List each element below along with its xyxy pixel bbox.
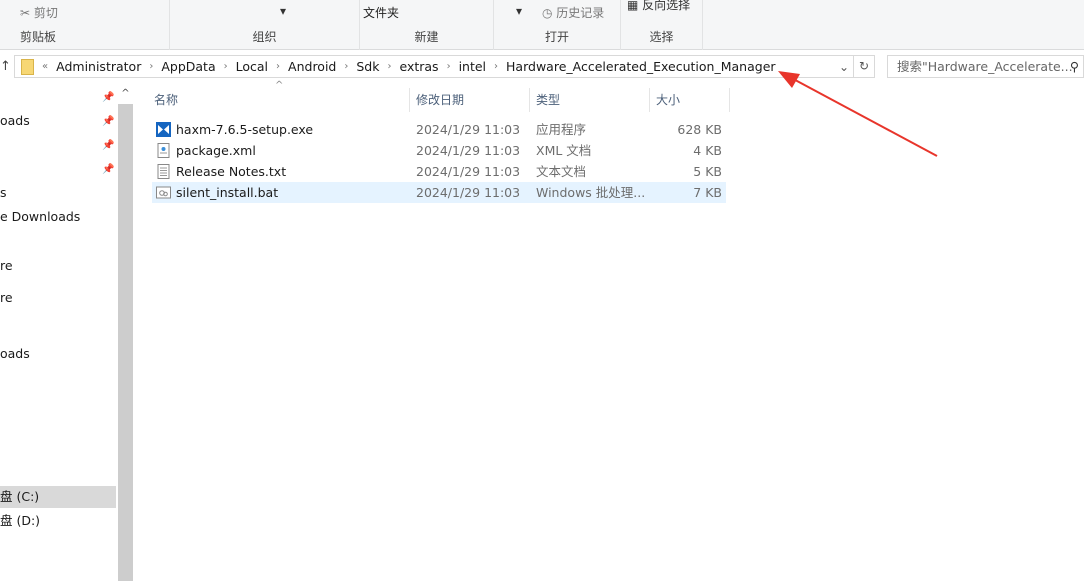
group-label: 组织 <box>252 30 277 44</box>
column-header-date[interactable]: 修改日期 <box>410 88 530 112</box>
up-arrow-icon[interactable]: ↑ <box>0 59 11 74</box>
search-icon[interactable]: ⚲ <box>1070 56 1079 77</box>
invert-selection-label: 反向选择 <box>642 0 691 12</box>
group-label: 选择 <box>649 30 674 44</box>
history-button[interactable]: ◷ 历史记录 <box>542 4 604 21</box>
file-row[interactable]: silent_install.bat 2024/1/29 11:03 Windo… <box>152 182 726 203</box>
column-header-name[interactable]: 名称 <box>148 88 410 112</box>
nav-item[interactable]: re <box>0 255 116 277</box>
chevron-right-icon[interactable]: › <box>385 61 393 72</box>
file-name: silent_install.bat <box>176 185 279 200</box>
group-clipboard: ✂ 剪切 剪贴板 <box>0 0 170 50</box>
nav-item[interactable]: oads <box>0 110 116 132</box>
dropdown-icon[interactable]: ▾ <box>280 4 286 18</box>
crumb-haxm[interactable]: Hardware_Accelerated_Execution_Manager <box>500 59 782 74</box>
file-type: XML 文档 <box>536 143 592 158</box>
group-select: ▦ 反向选择 选择 <box>621 0 703 50</box>
file-row[interactable]: haxm-7.6.5-setup.exe 2024/1/29 11:03 应用程… <box>152 119 726 140</box>
crumb-sdk[interactable]: Sdk <box>350 59 385 74</box>
file-date: 2024/1/29 11:03 <box>416 185 521 200</box>
file-type: 文本文档 <box>536 164 587 179</box>
chevron-right-icon[interactable]: › <box>222 61 230 72</box>
file-row[interactable]: Release Notes.txt 2024/1/29 11:03 文本文档 5… <box>152 161 726 182</box>
group-label: 新建 <box>414 30 439 44</box>
chevron-right-icon[interactable]: › <box>445 61 453 72</box>
group-organize: ▾ 组织 <box>170 0 360 50</box>
group-label: 剪贴板 <box>20 30 57 44</box>
file-type: Windows 批处理... <box>536 185 646 200</box>
new-folder-button[interactable]: 文件夹 <box>363 4 399 21</box>
text-file-icon <box>157 164 170 179</box>
file-type: 应用程序 <box>536 122 587 137</box>
chevron-right-icon[interactable]: › <box>492 61 500 72</box>
nav-item[interactable]: s <box>0 182 116 204</box>
file-size: 7 KB <box>693 185 722 200</box>
address-bar[interactable]: « Administrator › AppData › Local › Android… <box>14 55 854 78</box>
group-label: 打开 <box>544 30 569 44</box>
pin-icon[interactable]: 📌 <box>102 164 114 175</box>
column-header-size[interactable]: 大小 <box>650 88 730 112</box>
crumb-android[interactable]: Android <box>282 59 342 74</box>
file-name: Release Notes.txt <box>176 164 287 179</box>
nav-item-drive-c[interactable]: 盘 (C:) <box>0 486 116 508</box>
file-size: 4 KB <box>693 143 722 158</box>
file-size: 628 KB <box>677 122 722 137</box>
file-name: package.xml <box>176 143 256 158</box>
file-row[interactable]: package.xml 2024/1/29 11:03 XML 文档 4 KB <box>152 140 726 161</box>
folder-icon <box>21 58 34 75</box>
cut-label: 剪切 <box>33 6 58 20</box>
cut-button[interactable]: ✂ 剪切 <box>20 4 58 21</box>
crumb-intel[interactable]: intel <box>453 59 492 74</box>
file-date: 2024/1/29 11:03 <box>416 122 521 137</box>
group-open: ▾ ◷ 历史记录 打开 <box>494 0 621 50</box>
history-label: 历史记录 <box>556 6 605 20</box>
file-date: 2024/1/29 11:03 <box>416 164 521 179</box>
column-header-type[interactable]: 类型 <box>530 88 650 112</box>
ribbon: ✂ 剪切 剪贴板 ▾ 组织 文件夹 新建 ▾ ◷ 历史记录 打开 ▦ 反向选择 … <box>0 0 1084 50</box>
exe-icon <box>156 122 171 137</box>
chevron-right-icon[interactable]: › <box>342 61 350 72</box>
nav-scrollbar[interactable] <box>118 84 133 581</box>
chevron-right-icon[interactable]: › <box>274 61 282 72</box>
crumb-appdata[interactable]: AppData <box>155 59 221 74</box>
pin-icon[interactable]: 📌 <box>102 92 114 103</box>
nav-item[interactable]: e Downloads <box>0 206 116 228</box>
arrow-shaft <box>783 73 938 157</box>
nav-item[interactable]: oads <box>0 343 116 365</box>
nav-item[interactable]: re <box>0 287 116 309</box>
file-name: haxm-7.6.5-setup.exe <box>176 122 314 137</box>
crumb-local[interactable]: Local <box>230 59 274 74</box>
xml-icon <box>157 143 170 158</box>
pin-icon[interactable]: 📌 <box>102 140 114 151</box>
file-size: 5 KB <box>693 164 722 179</box>
scroll-up-arrow[interactable]: ^ <box>118 84 133 104</box>
chevron-right-icon[interactable]: › <box>147 61 155 72</box>
crumb-administrator[interactable]: Administrator <box>50 59 147 74</box>
overflow-chevron[interactable]: « <box>40 61 50 72</box>
arrow-head <box>778 71 800 88</box>
group-new: 文件夹 新建 <box>360 0 494 50</box>
invert-selection-button[interactable]: ▦ 反向选择 <box>627 0 690 13</box>
annotation-arrow <box>778 71 938 157</box>
dropdown-icon[interactable]: ▾ <box>516 4 522 18</box>
file-date: 2024/1/29 11:03 <box>416 143 521 158</box>
navigation-pane: 📌 📌 📌 📌 oads s e Downloads re re oads 盘 … <box>0 84 118 581</box>
crumb-extras[interactable]: extras <box>393 59 444 74</box>
batch-file-icon <box>156 186 171 199</box>
nav-item-drive-d[interactable]: 盘 (D:) <box>0 510 116 532</box>
